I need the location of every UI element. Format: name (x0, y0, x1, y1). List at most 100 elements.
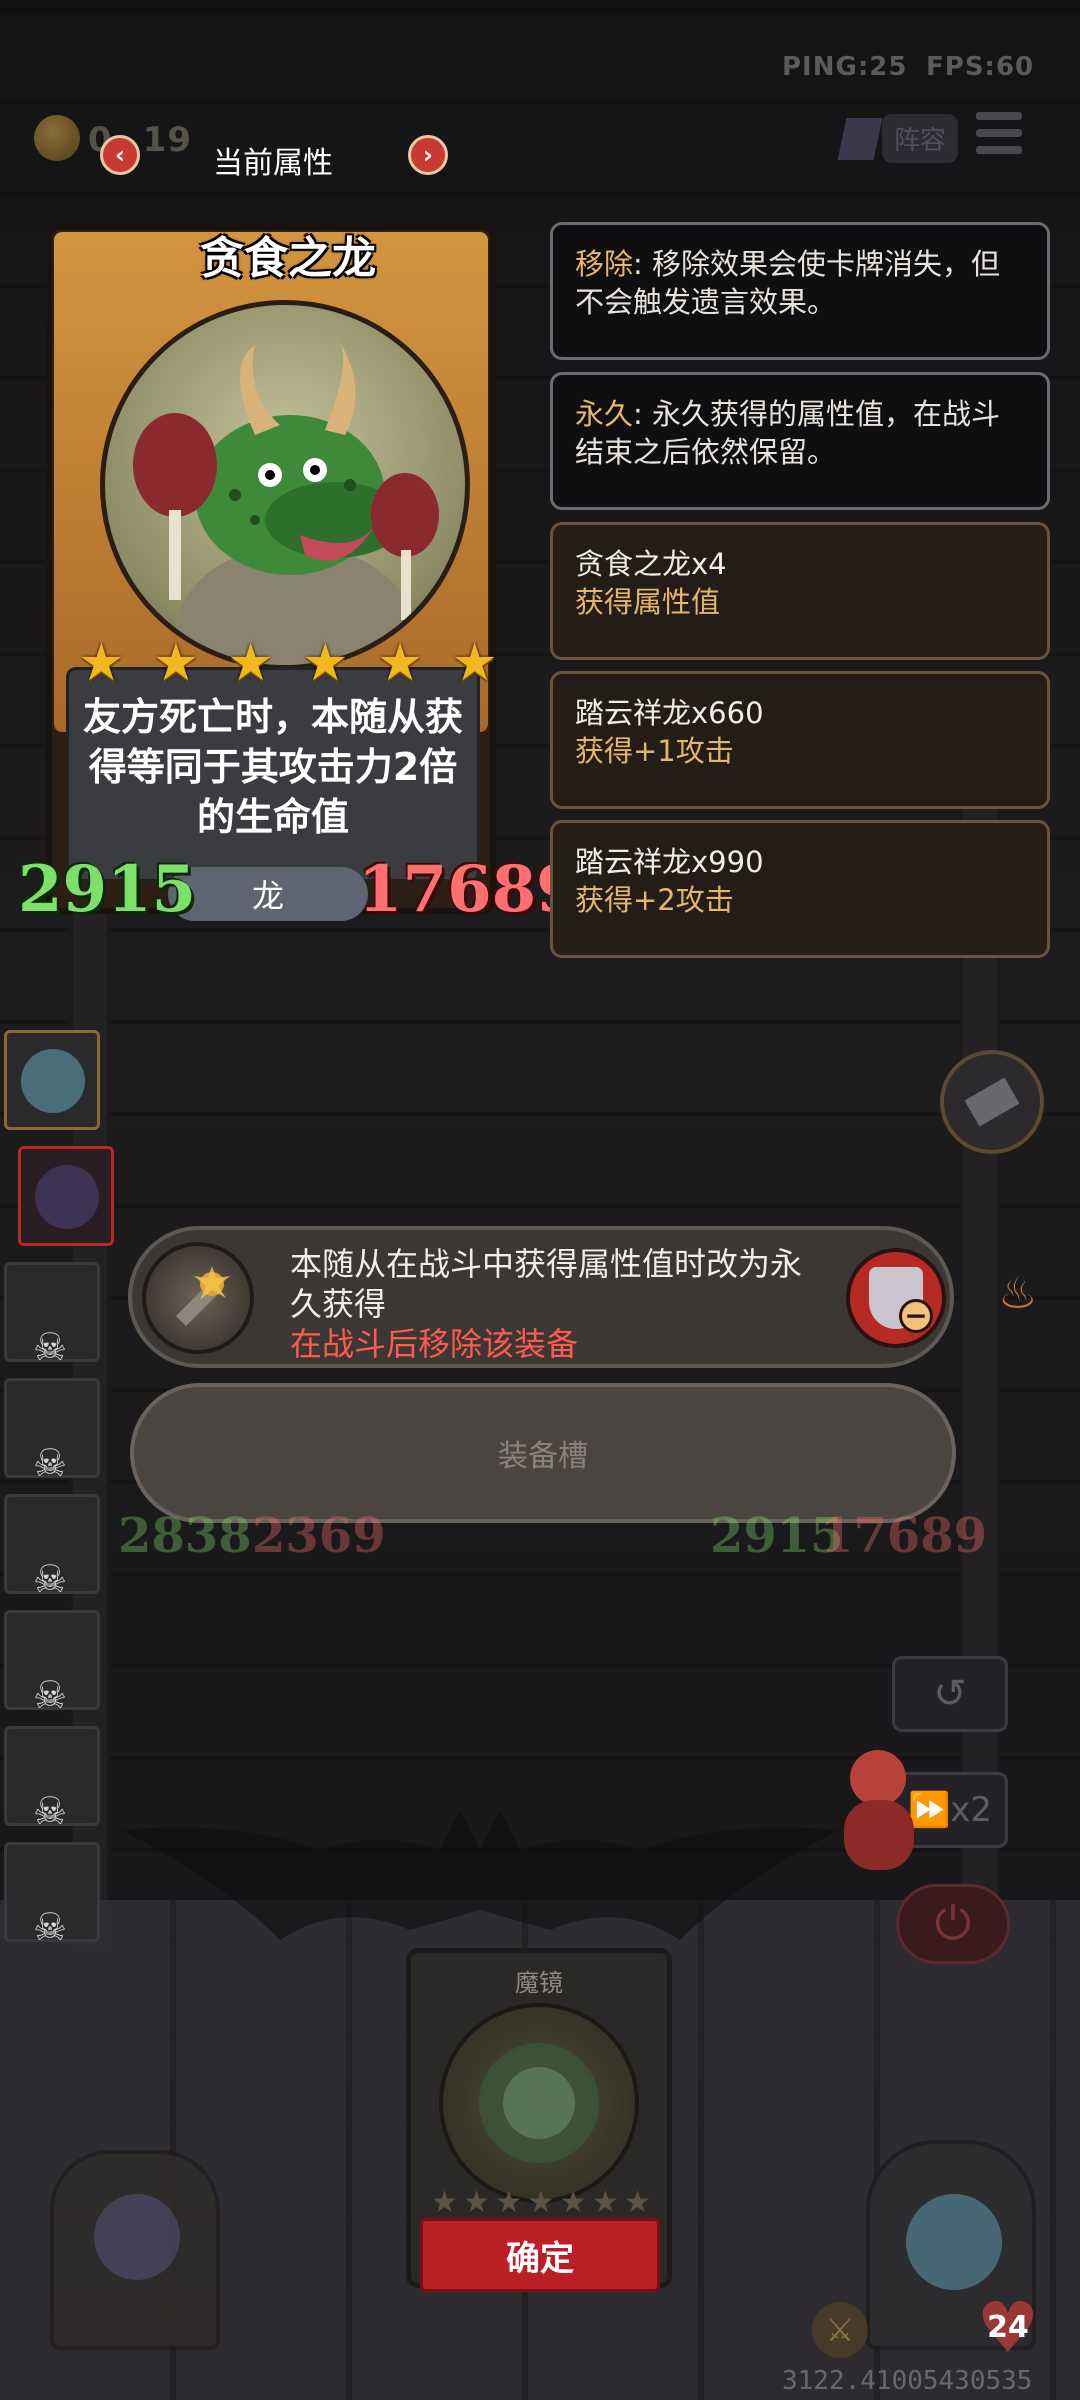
star-icon: ★ (376, 633, 424, 693)
star-rating: ★ ★ ★ ★ ★ ★ (78, 637, 498, 689)
info-panel-permanent: 永久: 永久获得的属性值，在战斗结束之后依然保留。 (550, 372, 1050, 510)
roster-slot[interactable]: ☠ (4, 1378, 100, 1485)
speed-label: x2 (950, 1790, 993, 1830)
star-icon: ★ (302, 633, 349, 693)
lineup-label: 阵容 (882, 114, 959, 163)
star-icon: ★ (527, 2185, 555, 2220)
skull-icon: ☠ (33, 1673, 68, 1717)
undo-button[interactable]: ↺ (892, 1656, 1008, 1732)
shield-icon: − (869, 1267, 933, 1333)
torch-icon: ♨ (998, 1268, 1038, 1319)
skull-icon: ☠ (33, 1905, 68, 1949)
power-button[interactable]: ⏻ (896, 1884, 1010, 1964)
star-icon: ★ (495, 2185, 523, 2220)
info-panel-remove: 移除: 移除效果会使卡牌消失，但不会触发遗言效果。 (550, 222, 1050, 360)
skull-icon: ☠ (33, 1789, 68, 1833)
buff-source-subtitle: 获得+2攻击 (575, 883, 734, 917)
keyword-permanent: 永久 (575, 397, 634, 431)
skull-icon: ☠ (33, 1557, 68, 1601)
star-icon: ★ (78, 633, 125, 693)
keyword-remove-text: : 移除效果会使卡牌消失，但不会触发遗言效果。 (575, 247, 1001, 319)
equipment-icon (142, 1242, 254, 1354)
undo-icon: ↺ (933, 1671, 967, 1717)
book-icon (837, 117, 883, 160)
bg-right-health: 17689 (820, 1508, 987, 1564)
star-icon: ★ (227, 633, 274, 693)
equipment-effect: 本随从在战斗中获得属性值时改为永久获得 (290, 1245, 803, 1323)
equipment-description: 本随从在战斗中获得属性值时改为永久获得 在战斗后移除该装备 (290, 1244, 830, 1364)
player-health: 24 (987, 2310, 1029, 2345)
bottom-card-title: 魔镜 (515, 1969, 563, 1997)
buff-source-subtitle: 获得属性值 (575, 585, 721, 619)
buff-source-title: 踏云祥龙x660 (575, 696, 764, 730)
avatar (94, 2194, 180, 2280)
skull-icon: ☠ (33, 1441, 68, 1485)
attack-value: 2915 (18, 852, 197, 927)
coordinate-readout: 3122.41005430535 (782, 2366, 1033, 2396)
roster-slot[interactable]: ☠ (4, 1726, 100, 1833)
star-icon: ★ (463, 2185, 491, 2220)
keyword-remove: 移除 (575, 247, 634, 281)
sword-icon: ⚔ (812, 2302, 868, 2358)
anvil-button[interactable] (940, 1050, 1044, 1154)
equipment-slot[interactable]: 装备槽 (130, 1383, 956, 1523)
card-description: 友方死亡时，本随从获得等同于其攻击力2倍的生命值 (82, 695, 463, 839)
next-attribute-button[interactable]: › (408, 135, 448, 175)
prev-attribute-button[interactable]: ‹ (100, 135, 140, 175)
star-icon: ★ (152, 633, 200, 693)
info-panel-buff-source: 踏云祥龙x660 获得+1攻击 (550, 671, 1050, 809)
info-panel-buff-source: 贪食之龙x4 获得属性值 (550, 522, 1050, 660)
confirm-button[interactable]: 确定 (420, 2218, 660, 2292)
left-shop-slot[interactable] (50, 2150, 220, 2350)
roster-slot[interactable]: ☠ (4, 1610, 100, 1717)
roster-slot[interactable]: ☠ (4, 1842, 100, 1949)
star-icon: ★ (559, 2185, 587, 2220)
minus-icon: − (899, 1299, 933, 1333)
equipment-warning: 在战斗后移除该装备 (290, 1325, 579, 1363)
skull-icon: ☠ (33, 1325, 68, 1369)
dragon-illustration (133, 335, 439, 665)
card-name: 贪食之龙 (200, 234, 376, 283)
keyword-permanent-text: : 永久获得的属性值，在战斗结束之后依然保留。 (575, 397, 1001, 469)
avatar (21, 1049, 85, 1113)
tribe-badge: 龙 (168, 867, 368, 921)
star-icon: ★ (451, 633, 498, 693)
anvil-icon (964, 1077, 1020, 1127)
remove-equipment-button[interactable]: − (846, 1248, 946, 1348)
minion-card: 贪食之龙 ★ ★ ★ ★ ★ ★ 友方死亡时，本随从获得等同于其攻击力2倍的生命… (18, 212, 581, 932)
chevron-right-icon: › (423, 141, 433, 169)
power-icon: ⏻ (934, 1896, 972, 1950)
bottom-card-portrait (439, 2003, 639, 2203)
chevron-left-icon: ‹ (115, 141, 125, 169)
roster-slot-selected[interactable] (18, 1146, 114, 1246)
bat-silhouette (120, 1810, 840, 1940)
star-icon: ★ (591, 2185, 619, 2220)
coin-icon (34, 115, 80, 161)
attribute-title: 当前属性 (213, 146, 333, 181)
roster-slot[interactable]: ☠ (4, 1262, 100, 1369)
spark-icon (176, 1266, 230, 1326)
hero-sprite (830, 1740, 930, 1880)
buff-source-subtitle: 获得+1攻击 (575, 734, 734, 768)
roster-slot[interactable] (4, 1030, 100, 1130)
lineup-button[interactable]: 阵容 (837, 114, 959, 163)
equipment-tooltip: 本随从在战斗中获得属性值时改为永久获得 在战斗后移除该装备 − (128, 1226, 954, 1368)
mirror-illustration (479, 2043, 599, 2163)
menu-icon[interactable] (976, 112, 1022, 156)
star-icon: ★ (431, 2185, 458, 2220)
bottom-card-stars: ★ ★ ★ ★ ★ ★ ★ (431, 2185, 651, 2220)
bg-left-health: 2369 (252, 1508, 386, 1564)
avatar (35, 1165, 99, 1229)
fps-readout: FPS:60 (926, 52, 1035, 82)
star-icon: ★ (624, 2185, 651, 2220)
buff-source-title: 踏云祥龙x990 (575, 845, 764, 879)
dragon-portrait (100, 300, 470, 670)
equipment-slot-label: 装备槽 (498, 1439, 588, 1474)
avatar (906, 2194, 1002, 2290)
buff-source-title: 贪食之龙x4 (575, 547, 727, 581)
ping-readout: PING:25 (782, 52, 908, 82)
health-value: 17689 (358, 852, 581, 927)
bg-left-attack: 2838 (118, 1508, 252, 1564)
info-panel-buff-source: 踏云祥龙x990 获得+2攻击 (550, 820, 1050, 958)
roster-slot[interactable]: ☠ (4, 1494, 100, 1601)
